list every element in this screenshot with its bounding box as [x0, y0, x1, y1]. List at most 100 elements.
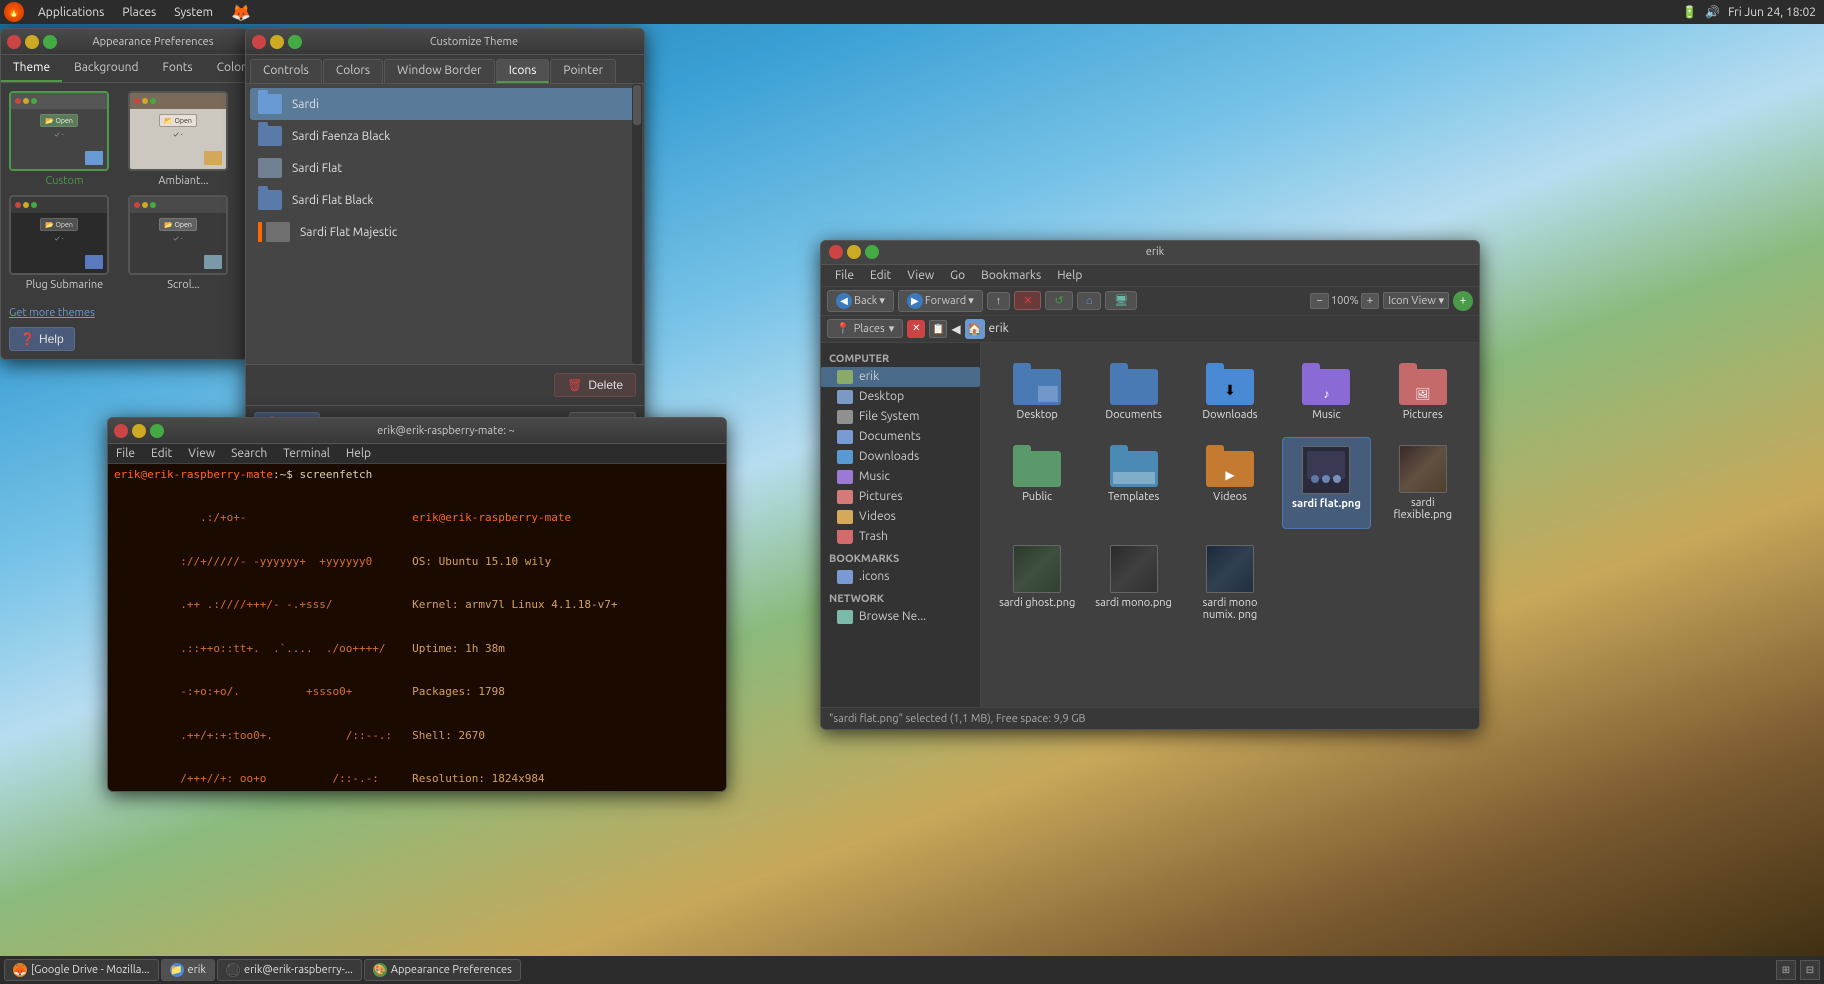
fm-item-sardi-ghost[interactable]: sardi ghost.png: [993, 537, 1081, 629]
fm-close-btn[interactable]: [829, 245, 843, 259]
fm-toolbar: ◀ Back ▾ ▶ Forward ▾ ↑ ✕ ↺ ⌂ 🖥 − 100% +: [821, 287, 1479, 316]
ct-max-btn[interactable]: [288, 35, 302, 49]
fm-menu-help[interactable]: Help: [1051, 267, 1088, 284]
ct-tab-colors[interactable]: Colors: [323, 59, 383, 83]
places-dropdown[interactable]: ▾: [889, 322, 895, 335]
ubuntu-logo[interactable]: 🔥: [4, 2, 24, 22]
fm-close-places-btn[interactable]: ✕: [907, 320, 925, 338]
tab-theme[interactable]: Theme: [1, 55, 62, 82]
fm-up-btn[interactable]: ↑: [987, 292, 1011, 310]
ct-tab-window-border[interactable]: Window Border: [384, 59, 495, 83]
fm-sidebar-network[interactable]: Browse Ne...: [821, 607, 980, 627]
fm-item-pictures[interactable]: 🖼 Pictures: [1379, 355, 1467, 429]
fm-computer-btn[interactable]: 🖥: [1105, 291, 1137, 310]
fm-item-sardi-flat[interactable]: sardi flat.png: [1282, 437, 1370, 529]
theme-plug-sub[interactable]: 📂 Open ✓ · Plug Submarine: [9, 195, 120, 291]
fm-view-select[interactable]: Icon View ▾: [1383, 292, 1449, 309]
terminal-max-btn[interactable]: [150, 424, 164, 438]
fm-stop-btn[interactable]: ✕: [1014, 291, 1041, 310]
taskbar-filemanager[interactable]: 📁 erik: [161, 959, 215, 981]
terminal-close-btn[interactable]: [114, 424, 128, 438]
fm-item-documents[interactable]: Documents: [1089, 355, 1177, 429]
ct-list-item-flat-black[interactable]: Sardi Flat Black: [250, 184, 640, 216]
theme-custom[interactable]: 📂 Open ✓ · Custom: [9, 91, 120, 187]
fm-sidebar-videos[interactable]: Videos: [821, 507, 980, 527]
fm-item-sardi-mono[interactable]: sardi mono.png: [1089, 537, 1177, 629]
taskbar-layout-btn-2[interactable]: ⊟: [1800, 960, 1820, 980]
fm-sidebar-desktop[interactable]: Desktop: [821, 387, 980, 407]
fm-sidebar-icons[interactable]: .icons: [821, 567, 980, 587]
fm-item-desktop[interactable]: Desktop: [993, 355, 1081, 429]
places-menu[interactable]: Places: [114, 0, 164, 24]
fm-sidebar-downloads[interactable]: Downloads: [821, 447, 980, 467]
terminal-min-btn[interactable]: [132, 424, 146, 438]
taskbar-appearance[interactable]: 🎨 Appearance Preferences: [364, 959, 521, 981]
term-menu-file[interactable]: File: [112, 446, 139, 461]
appearance-help-btn[interactable]: ❓ Help: [9, 327, 75, 351]
appearance-close-btn[interactable]: [7, 35, 21, 49]
taskbar-layout-btn-1[interactable]: ⊞: [1776, 960, 1796, 980]
ct-tab-icons[interactable]: Icons: [496, 59, 550, 83]
taskbar-terminal[interactable]: ⬛ erik@erik-raspberry-...: [217, 959, 362, 981]
fm-item-sardi-flexible[interactable]: sardi flexible.png: [1379, 437, 1467, 529]
fm-sidebar-trash[interactable]: Trash: [821, 527, 980, 547]
term-menu-search[interactable]: Search: [227, 446, 271, 461]
system-menu[interactable]: System: [166, 0, 221, 24]
ct-scrollbar[interactable]: [632, 84, 642, 364]
fm-reload-btn[interactable]: ↺: [1045, 291, 1072, 310]
fm-zoom-in-btn[interactable]: +: [1361, 293, 1379, 309]
theme-ambiant[interactable]: 📂 Open ✓ · Ambiant...: [128, 91, 239, 187]
firefox-launcher[interactable]: 🦊: [223, 0, 259, 24]
terminal-body[interactable]: erik@erik-raspberry-mate:~$ screenfetch …: [108, 464, 726, 785]
fm-menu-view[interactable]: View: [901, 267, 940, 284]
fm-path-toggle[interactable]: 📋: [929, 320, 947, 338]
forward-dropdown-icon[interactable]: ▾: [968, 294, 974, 307]
tab-colors[interactable]: Colors: [205, 55, 248, 82]
theme-scrol[interactable]: 📂 Open ✓ · Scrol...: [128, 195, 239, 291]
fm-menu-bookmarks[interactable]: Bookmarks: [975, 267, 1047, 284]
fm-places-btn[interactable]: 📍 Places ▾: [827, 319, 903, 338]
appearance-min-btn[interactable]: [25, 35, 39, 49]
back-dropdown-icon[interactable]: ▾: [879, 294, 885, 307]
fm-home-btn[interactable]: ⌂: [1077, 292, 1102, 310]
ct-delete-btn[interactable]: 🗑 Delete: [554, 373, 636, 397]
fm-back-btn[interactable]: ◀ Back ▾: [827, 290, 894, 312]
fm-sidebar-documents[interactable]: Documents: [821, 427, 980, 447]
fm-item-videos[interactable]: ▶ Videos: [1186, 437, 1274, 529]
fm-item-public[interactable]: Public: [993, 437, 1081, 529]
term-menu-view[interactable]: View: [184, 446, 219, 461]
ct-list-item-faenza[interactable]: Sardi Faenza Black: [250, 120, 640, 152]
fm-item-music[interactable]: ♪ Music: [1282, 355, 1370, 429]
tab-background[interactable]: Background: [62, 55, 150, 82]
fm-new-tab-icon[interactable]: +: [1453, 291, 1473, 311]
fm-forward-btn[interactable]: ▶ Forward ▾: [898, 290, 983, 312]
fm-sidebar-music[interactable]: Music: [821, 467, 980, 487]
fm-menu-go[interactable]: Go: [944, 267, 971, 284]
ct-list-item-sardi[interactable]: Sardi: [250, 88, 640, 120]
fm-sidebar-filesystem[interactable]: File System: [821, 407, 980, 427]
ct-list-item-flat[interactable]: Sardi Flat: [250, 152, 640, 184]
fm-item-sardi-mono-numix[interactable]: sardi mono numix. png: [1186, 537, 1274, 629]
fm-sidebar-erik[interactable]: erik: [821, 367, 980, 387]
applications-menu[interactable]: Applications: [30, 0, 112, 24]
ct-tab-pointer[interactable]: Pointer: [550, 59, 616, 83]
fm-min-btn[interactable]: [847, 245, 861, 259]
fm-menu-edit[interactable]: Edit: [864, 267, 897, 284]
get-more-themes-link[interactable]: Get more themes: [9, 307, 95, 319]
term-menu-terminal[interactable]: Terminal: [279, 446, 334, 461]
fm-menu-file[interactable]: File: [829, 267, 860, 284]
fm-item-downloads[interactable]: ⬇ Downloads: [1186, 355, 1274, 429]
fm-zoom-out-btn[interactable]: −: [1310, 293, 1328, 309]
appearance-max-btn[interactable]: [43, 35, 57, 49]
term-menu-help[interactable]: Help: [342, 446, 375, 461]
ct-tab-controls[interactable]: Controls: [250, 59, 322, 83]
term-menu-edit[interactable]: Edit: [147, 446, 176, 461]
ct-close-btn[interactable]: [252, 35, 266, 49]
fm-item-templates[interactable]: Templates: [1089, 437, 1177, 529]
fm-sidebar-pictures[interactable]: Pictures: [821, 487, 980, 507]
ct-min-btn[interactable]: [270, 35, 284, 49]
tab-fonts[interactable]: Fonts: [151, 55, 205, 82]
ct-list-item-flat-majestic[interactable]: Sardi Flat Majestic: [250, 216, 640, 248]
fm-max-btn[interactable]: [865, 245, 879, 259]
taskbar-mozilla[interactable]: 🦊 [Google Drive - Mozilla...: [4, 959, 159, 981]
